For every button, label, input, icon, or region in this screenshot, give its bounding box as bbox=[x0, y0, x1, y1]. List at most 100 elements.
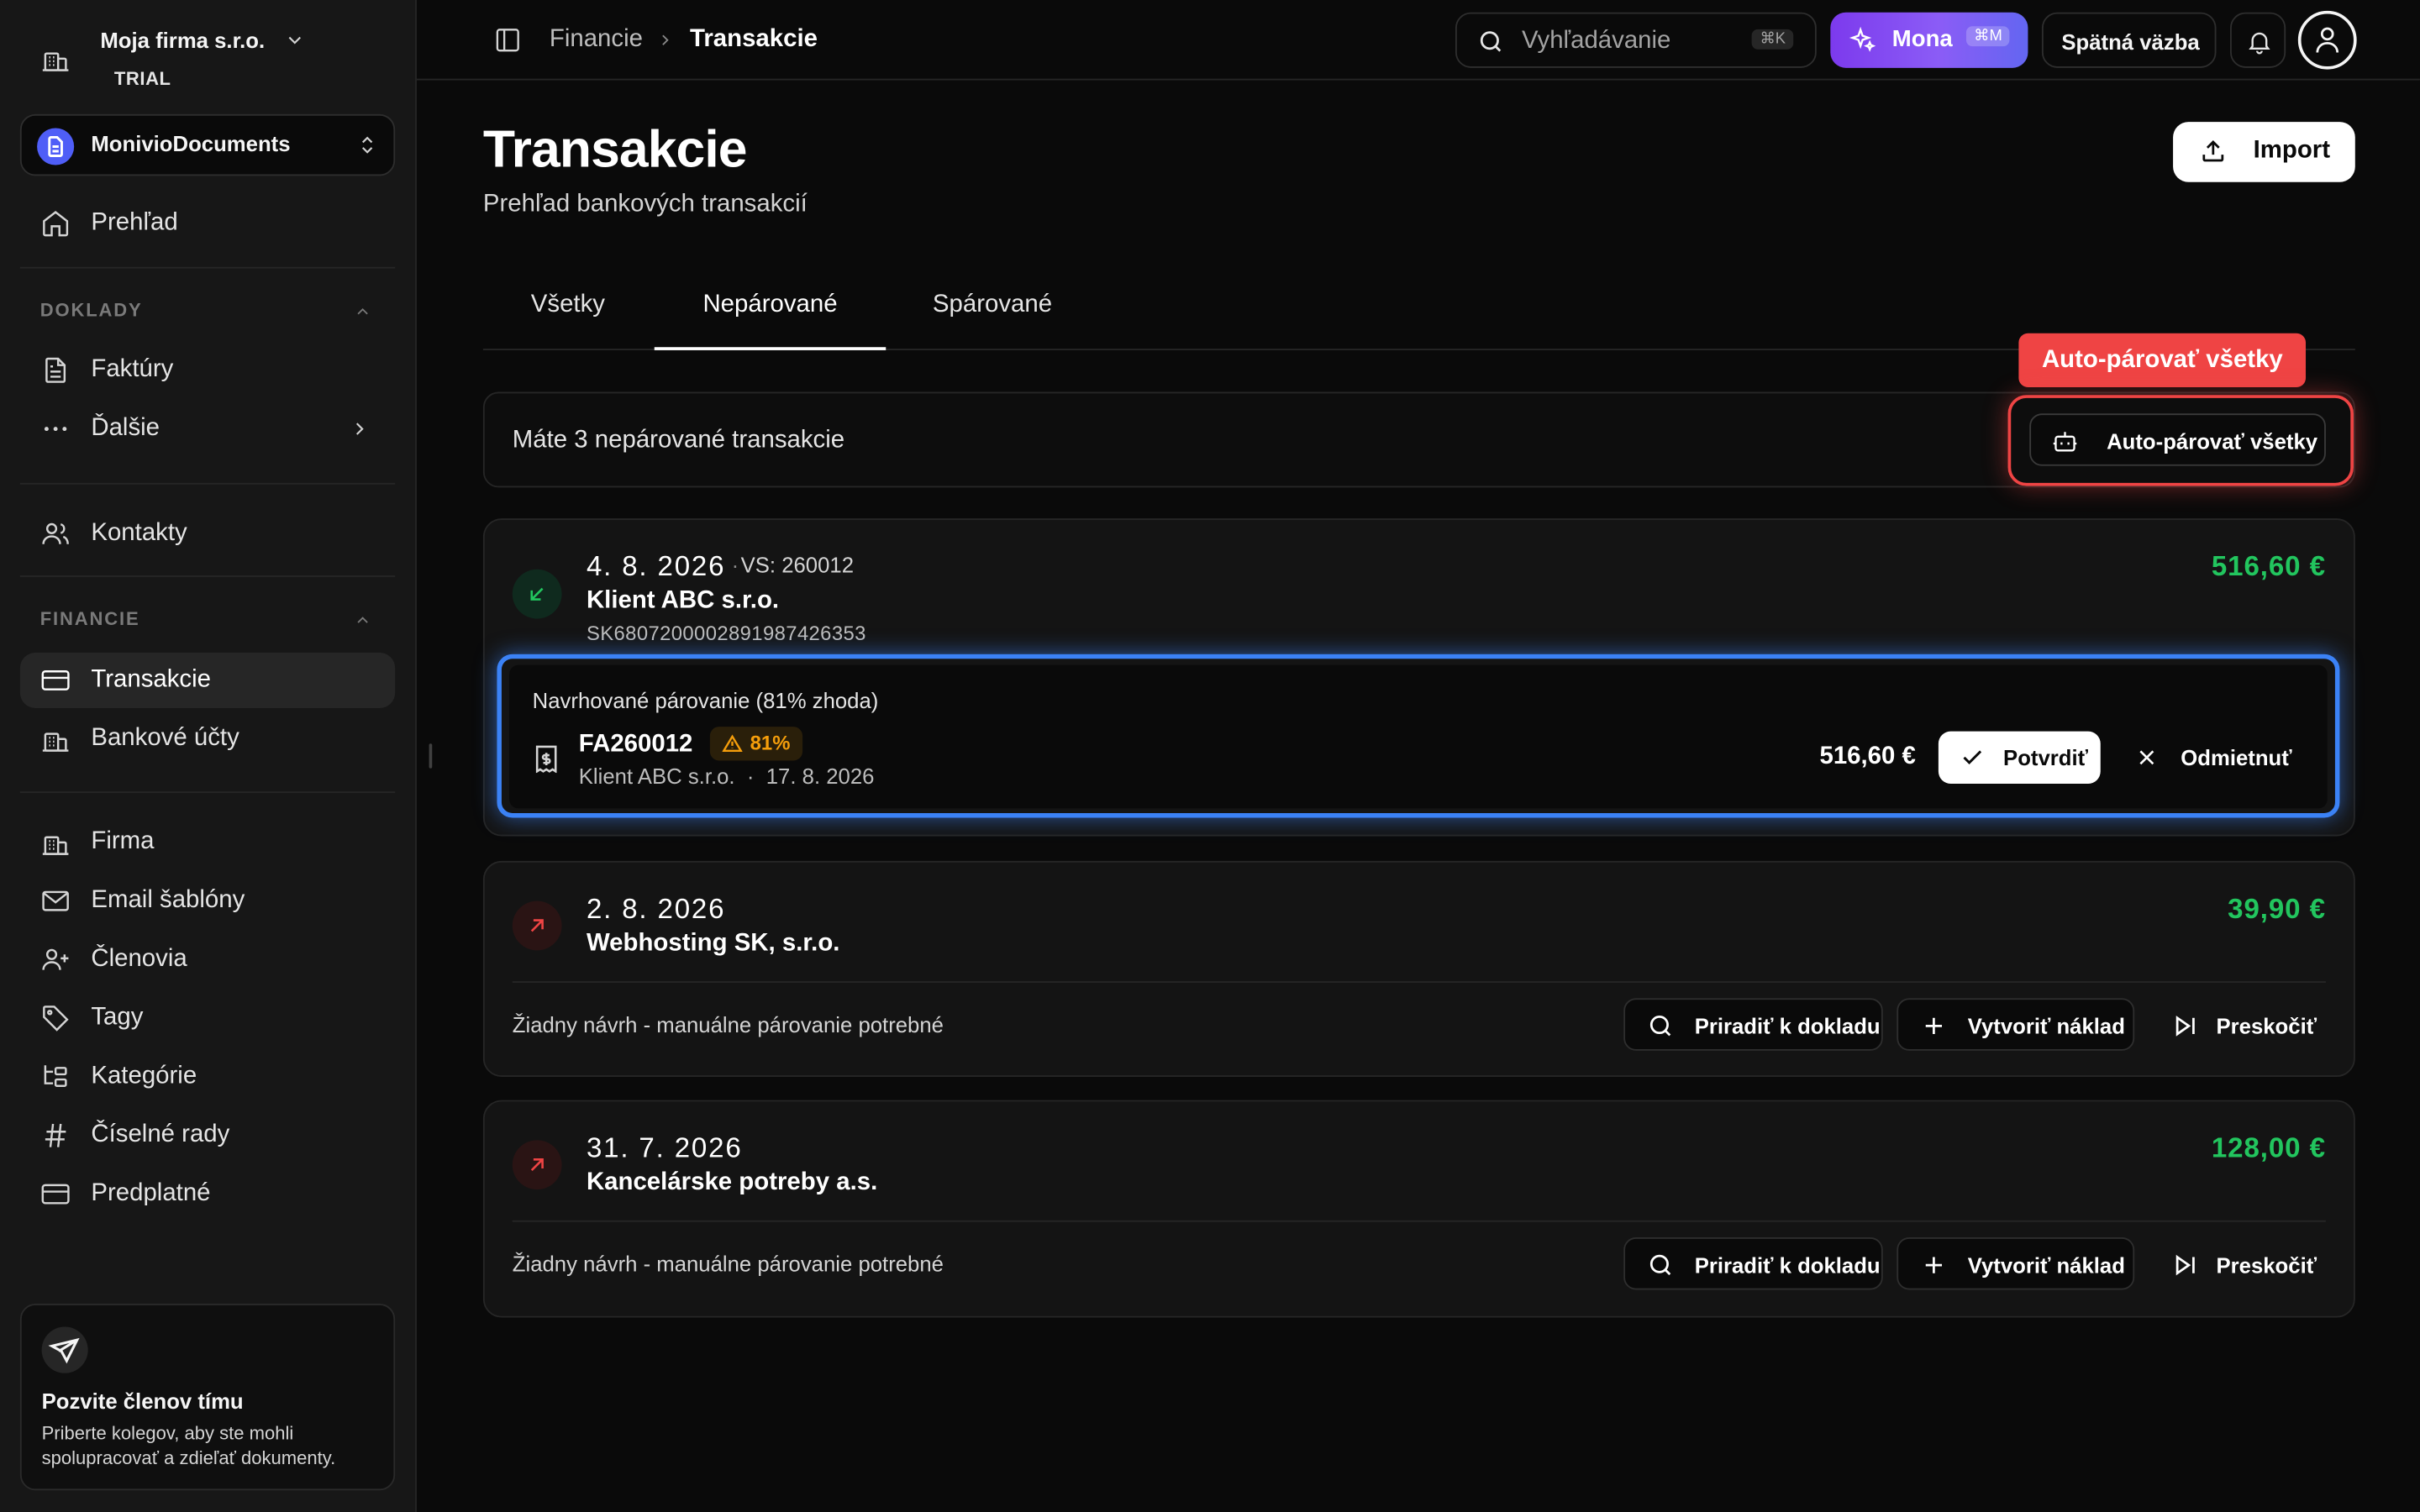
arrow-up-right-icon bbox=[530, 919, 544, 932]
sidebar-item-overview[interactable]: Prehľad bbox=[20, 196, 395, 251]
panel-left-icon[interactable] bbox=[494, 26, 522, 54]
invite-avatar bbox=[41, 1326, 88, 1373]
bell-icon bbox=[2249, 32, 2270, 55]
chevron-up-icon[interactable] bbox=[354, 611, 372, 629]
sidebar-item-subscription[interactable]: Predplatné bbox=[20, 1167, 395, 1222]
create-expense-label: Vytvoriť náklad bbox=[1967, 1252, 2125, 1278]
sidebar-item-label: Email šablóny bbox=[91, 887, 245, 914]
transaction-card: 31. 7. 2026 Kancelárske potreby a.s. 128… bbox=[482, 1100, 2355, 1318]
folder-tree-icon bbox=[44, 1065, 67, 1087]
skip-button[interactable]: Preskočiť bbox=[2149, 1237, 2318, 1289]
sidebar-item-invoices[interactable]: Faktúry bbox=[20, 343, 395, 398]
tab-all[interactable]: Všetky bbox=[483, 265, 653, 350]
create-expense-button[interactable]: Vytvoriť náklad bbox=[1897, 998, 2135, 1051]
building-icon bbox=[42, 52, 69, 71]
sidebar-item-number-series[interactable]: Číselné rady bbox=[20, 1108, 395, 1163]
search-input[interactable]: Vyhľadávanie ⌘K bbox=[1455, 12, 1817, 68]
topbar: Financie Transakcie Vyhľadávanie ⌘K Mona… bbox=[416, 0, 2420, 81]
feedback-button[interactable]: Spätná väzba bbox=[2041, 12, 2217, 68]
mona-assistant-button[interactable]: Mona ⌘M bbox=[1830, 12, 2028, 68]
sidebar-item-label: Transakcie bbox=[91, 666, 211, 693]
sidebar-item-label: Číselné rady bbox=[91, 1121, 230, 1148]
credit-card-icon bbox=[41, 1184, 70, 1205]
variable-symbol: VS: 260012 bbox=[740, 552, 855, 577]
org-switcher[interactable]: Moja firma s.r.o. TRIAL bbox=[22, 15, 395, 98]
breadcrumb-parent[interactable]: Financie bbox=[550, 26, 643, 54]
assign-label: Priradiť k dokladu bbox=[1694, 1252, 1881, 1278]
workspace-switcher[interactable]: MonivioDocuments bbox=[19, 113, 396, 176]
users-icon bbox=[42, 522, 69, 544]
receipt-icon bbox=[535, 745, 557, 774]
transaction-date: 2. 8. 2026 bbox=[586, 893, 726, 925]
sidebar-item-label: Bankové účty bbox=[91, 725, 239, 752]
warning-triangle-icon bbox=[722, 734, 743, 753]
page-subtitle: Prehľad bankových transakcií bbox=[482, 191, 808, 218]
sidebar-item-company[interactable]: Firma bbox=[20, 815, 395, 870]
assign-to-document-button[interactable]: Priradiť k dokladu bbox=[1623, 998, 1883, 1051]
chevron-up-icon[interactable] bbox=[354, 302, 372, 321]
divider bbox=[512, 1220, 2326, 1222]
tab-matched[interactable]: Spárované bbox=[887, 265, 1097, 350]
import-button[interactable]: Import bbox=[2173, 122, 2355, 182]
separator-dot: · bbox=[731, 552, 739, 577]
breadcrumb-current: Transakcie bbox=[690, 26, 818, 53]
auto-match-all-button[interactable]: Auto-párovať všetky bbox=[2029, 413, 2326, 466]
search-shortcut: ⌘K bbox=[1752, 29, 1794, 50]
transaction-amount: 128,00 € bbox=[2211, 1132, 2326, 1163]
arrow-up-right-icon bbox=[530, 1158, 544, 1172]
sidebar-item-contacts[interactable]: Kontakty bbox=[20, 506, 395, 561]
sidebar-item-transactions[interactable]: Transakcie bbox=[19, 652, 396, 709]
confirm-match-button[interactable]: Potvrdiť bbox=[1938, 731, 2101, 785]
sidebar-item-bank-accounts[interactable]: Bankové účty bbox=[20, 711, 395, 767]
more-horizontal-icon bbox=[44, 427, 67, 432]
match-confidence-badge: 81% bbox=[709, 727, 803, 761]
separator-dot: · bbox=[746, 764, 755, 789]
divider bbox=[19, 266, 396, 269]
sidebar-item-members[interactable]: Členovia bbox=[20, 932, 395, 987]
suggested-match-panel: Navrhované párovanie (81% zhoda) FA26001… bbox=[509, 664, 2328, 809]
sidebar-item-email-templates[interactable]: Email šablóny bbox=[20, 874, 395, 929]
document-number[interactable]: FA260012 bbox=[579, 732, 693, 759]
suggestion-amount: 516,60 € bbox=[1819, 743, 1916, 770]
sidebar-item-label: Ďalšie bbox=[91, 415, 160, 442]
divider bbox=[19, 575, 396, 577]
create-expense-button[interactable]: Vytvoriť náklad bbox=[1897, 1237, 2135, 1290]
auto-match-label: Auto-párovať všetky bbox=[2107, 428, 2318, 454]
invite-title: Pozvite členov tímu bbox=[41, 1389, 244, 1414]
document-icon bbox=[48, 135, 63, 157]
sparkles-icon bbox=[1849, 26, 1876, 52]
feedback-label: Spätná väzba bbox=[2061, 29, 2200, 55]
bot-icon bbox=[2053, 432, 2077, 452]
notifications-button[interactable] bbox=[2230, 12, 2286, 68]
divider bbox=[19, 791, 396, 794]
upload-icon bbox=[2202, 140, 2224, 162]
home-icon bbox=[43, 210, 69, 237]
building-icon bbox=[42, 836, 69, 855]
transaction-card: 2. 8. 2026 Webhosting SK, s.r.o. 39,90 €… bbox=[482, 860, 2355, 1078]
search-icon bbox=[1480, 31, 1502, 52]
no-suggestion-text: Žiadny návrh - manuálne párovanie potreb… bbox=[512, 1011, 944, 1037]
reject-match-button[interactable]: Odmietnuť bbox=[2114, 732, 2299, 784]
skip-button[interactable]: Preskočiť bbox=[2149, 998, 2318, 1050]
org-name: Moja firma s.r.o. bbox=[100, 28, 266, 53]
section-heading-documents: DOKLADY bbox=[39, 299, 143, 322]
outgoing-indicator bbox=[512, 1140, 562, 1190]
section-heading-finance: FINANCIE bbox=[39, 607, 140, 630]
transaction-date: 31. 7. 2026 bbox=[586, 1132, 743, 1163]
suggestion-meta: Klient ABC s.r.o. · 17. 8. 2026 bbox=[579, 764, 875, 788]
assign-to-document-button[interactable]: Priradiť k dokladu bbox=[1623, 1237, 1883, 1290]
sidebar-item-more[interactable]: Ďalšie bbox=[20, 402, 395, 457]
tab-unmatched[interactable]: Nepárované bbox=[654, 265, 886, 350]
close-icon bbox=[2139, 750, 2154, 765]
suggestion-date: 17. 8. 2026 bbox=[765, 764, 875, 789]
building-icon bbox=[42, 732, 69, 752]
sidebar-item-tags[interactable]: Tagy bbox=[20, 990, 395, 1046]
sidebar-item-categories[interactable]: Kategórie bbox=[20, 1049, 395, 1105]
sidebar-item-label: Faktúry bbox=[91, 356, 174, 383]
user-avatar[interactable] bbox=[2297, 10, 2357, 70]
sidebar-item-label: Firma bbox=[91, 828, 155, 855]
sidebar-resize-handle[interactable] bbox=[429, 743, 433, 769]
suggestion-party: Klient ABC s.r.o. bbox=[578, 764, 735, 789]
search-icon bbox=[1649, 1254, 1671, 1276]
reject-label: Odmietnuť bbox=[2181, 745, 2292, 770]
